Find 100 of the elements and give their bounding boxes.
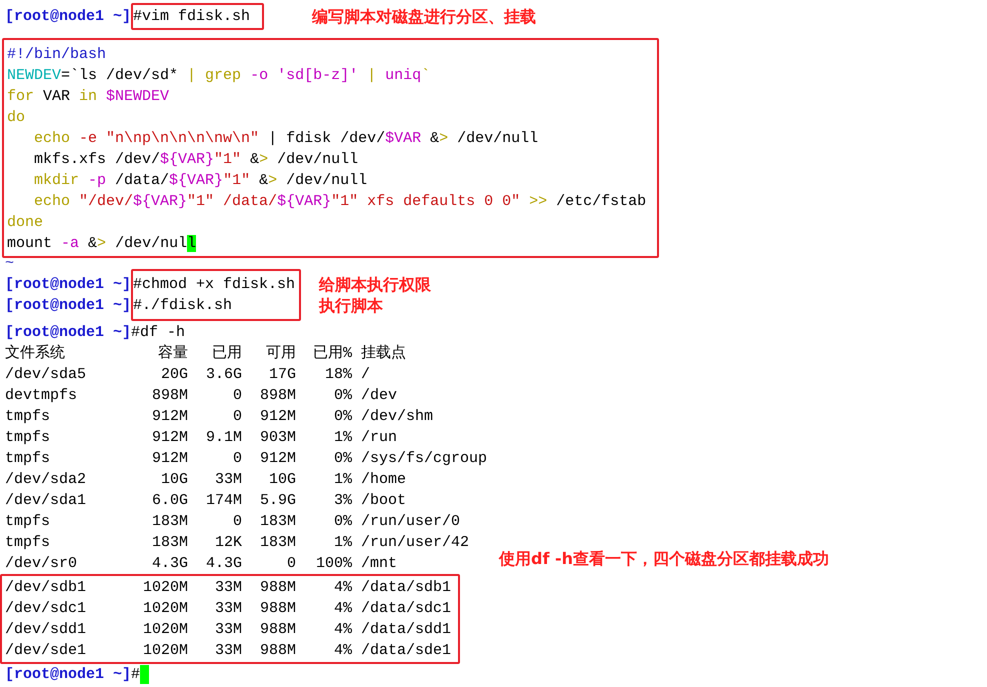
table-cell-text: tmpfs [5, 449, 50, 469]
table-cell-text: 183M [152, 512, 188, 532]
table-cell-text: 1020M [142, 641, 188, 661]
table-cell-text: 1% [334, 470, 352, 490]
table-cell-text: 4% [334, 599, 352, 619]
prompt-text: [root@node1 ~] [5, 297, 132, 314]
table-cell-text: 988M [260, 641, 296, 661]
table-cell-text: 3.6G [206, 365, 242, 385]
column-header: 已用% [312, 344, 352, 364]
prompt-text: [root@node1 ~] [5, 665, 132, 685]
table-cell-text: 183M [260, 533, 296, 553]
annotation-text: 编写脚本对磁盘进行分区、挂载 [312, 6, 536, 27]
column-header: 已用 [212, 344, 242, 364]
table-cell-text: 6.0G [152, 491, 188, 511]
table-cell-text: 0 [232, 386, 242, 406]
table-cell-text: 0 [232, 512, 242, 532]
table-cell-text: 33M [214, 620, 242, 640]
code-line: done [7, 213, 44, 233]
table-cell-text: 912M [152, 428, 188, 448]
table-cell-text: 0% [334, 407, 352, 427]
table-cell-text: 898M [260, 386, 296, 406]
table-cell-text: tmpfs [5, 533, 50, 553]
column-header: 挂载点 [360, 344, 406, 364]
table-cell-text: /dev/sde1 [5, 641, 86, 661]
table-cell-text: 1% [334, 533, 352, 553]
table-cell-text: devtmpfs [5, 386, 78, 406]
table-cell-text: 903M [260, 428, 296, 448]
table-cell-text: 174M [206, 491, 242, 511]
code-line: mkdir -p /data/${VAR}"1" &> /dev/null [33, 171, 368, 191]
table-cell-text: /dev/sda5 [5, 365, 86, 385]
code-line: mkfs.xfs /dev/${VAR}"1" &> /dev/null [33, 150, 358, 170]
table-cell-text: /dev [360, 386, 398, 406]
table-cell-text: /data/sde1 [360, 641, 452, 661]
table-cell-text: 1% [334, 428, 352, 448]
table-cell-text: 912M [152, 449, 188, 469]
table-cell-text: 912M [152, 407, 188, 427]
prompt-text: [root@node1 ~] [5, 323, 132, 343]
table-cell-text: 183M [260, 512, 296, 532]
command-highlight: #vim fdisk.sh [131, 3, 264, 30]
table-cell-text: 4% [334, 641, 352, 661]
table-cell-text: 0% [334, 449, 352, 469]
table-cell-text: 12K [214, 533, 242, 553]
code-line: do [7, 108, 26, 128]
code-line: #!/bin/bash [7, 45, 106, 65]
table-cell-text: 33M [214, 599, 242, 619]
table-cell-text: 912M [260, 449, 296, 469]
table-cell-text: 5.9G [260, 491, 296, 511]
cursor-block [140, 665, 150, 684]
table-cell-text: 0% [334, 512, 352, 532]
table-cell-text: 4% [334, 578, 352, 598]
table-cell-text: /data/sdd1 [360, 620, 452, 640]
table-cell-text: 988M [260, 599, 296, 619]
column-header: 可用 [266, 344, 296, 364]
table-cell-text: 10G [268, 470, 296, 490]
table-cell-text: /mnt [360, 554, 398, 574]
table-cell-text: 912M [260, 407, 296, 427]
table-cell-text: 0% [334, 386, 352, 406]
table-cell-text: /dev/sr0 [5, 554, 78, 574]
table-cell-text: /dev/sdb1 [5, 578, 86, 598]
table-cell-text: tmpfs [5, 428, 50, 448]
table-cell-text: /dev/sdc1 [5, 599, 86, 619]
table-cell-text: 33M [214, 470, 242, 490]
table-cell-text: / [360, 365, 370, 385]
table-cell-text: 18% [324, 365, 352, 385]
prompt-text: [root@node1 ~] [5, 276, 132, 293]
code-line: echo -e "n\np\n\n\n\nw\n" | fdisk /dev/$VAR &> /dev/null [33, 129, 538, 149]
table-cell-text: /boot [360, 491, 406, 511]
table-cell-text: 0 [232, 449, 242, 469]
prompt-text: [root@node1 ~] [5, 7, 132, 27]
annotation-text: 给脚本执行权限 [319, 274, 432, 295]
annotation-text: 执行脚本 [319, 295, 384, 316]
code-line: mount -a &> /dev/null [7, 234, 196, 254]
table-cell-text: 10G [160, 470, 188, 490]
table-cell-text: 9.1M [206, 428, 242, 448]
table-cell-text: 0 [286, 554, 296, 574]
table-cell-text: /dev/shm [360, 407, 434, 427]
command-text: #df -h [131, 323, 186, 343]
table-cell-text: 33M [214, 641, 242, 661]
table-cell-text: /sys/fs/cgroup [360, 449, 488, 469]
table-cell-text: 4% [334, 620, 352, 640]
table-cell-text: 33M [214, 578, 242, 598]
table-cell-text: /run/user/42 [360, 533, 470, 553]
table-cell-text: 3% [334, 491, 352, 511]
table-cell-text: 0 [232, 407, 242, 427]
table-cell-text: 183M [152, 533, 188, 553]
table-cell-text: 1020M [142, 620, 188, 640]
command-text: #chmod +x fdisk.sh [133, 275, 296, 295]
code-line: echo "/dev/${VAR}"1" /data/${VAR}"1" xfs defaults 0 0" >> /etc/fstab [33, 192, 646, 212]
table-cell-text: 988M [260, 620, 296, 640]
table-cell-text: /home [360, 470, 406, 490]
column-header: 文件系统 [5, 344, 65, 364]
table-cell-text: 20G [160, 365, 188, 385]
table-cell-text: /run [360, 428, 398, 448]
command-text: #./fdisk.sh [133, 296, 232, 316]
table-cell-text: 17G [268, 365, 296, 385]
table-cell-text: 988M [260, 578, 296, 598]
table-cell-text: /dev/sda1 [5, 491, 86, 511]
table-cell-text: 4.3G [206, 554, 242, 574]
vim-tilde: ~ [5, 255, 14, 272]
column-header: 容量 [158, 343, 188, 364]
